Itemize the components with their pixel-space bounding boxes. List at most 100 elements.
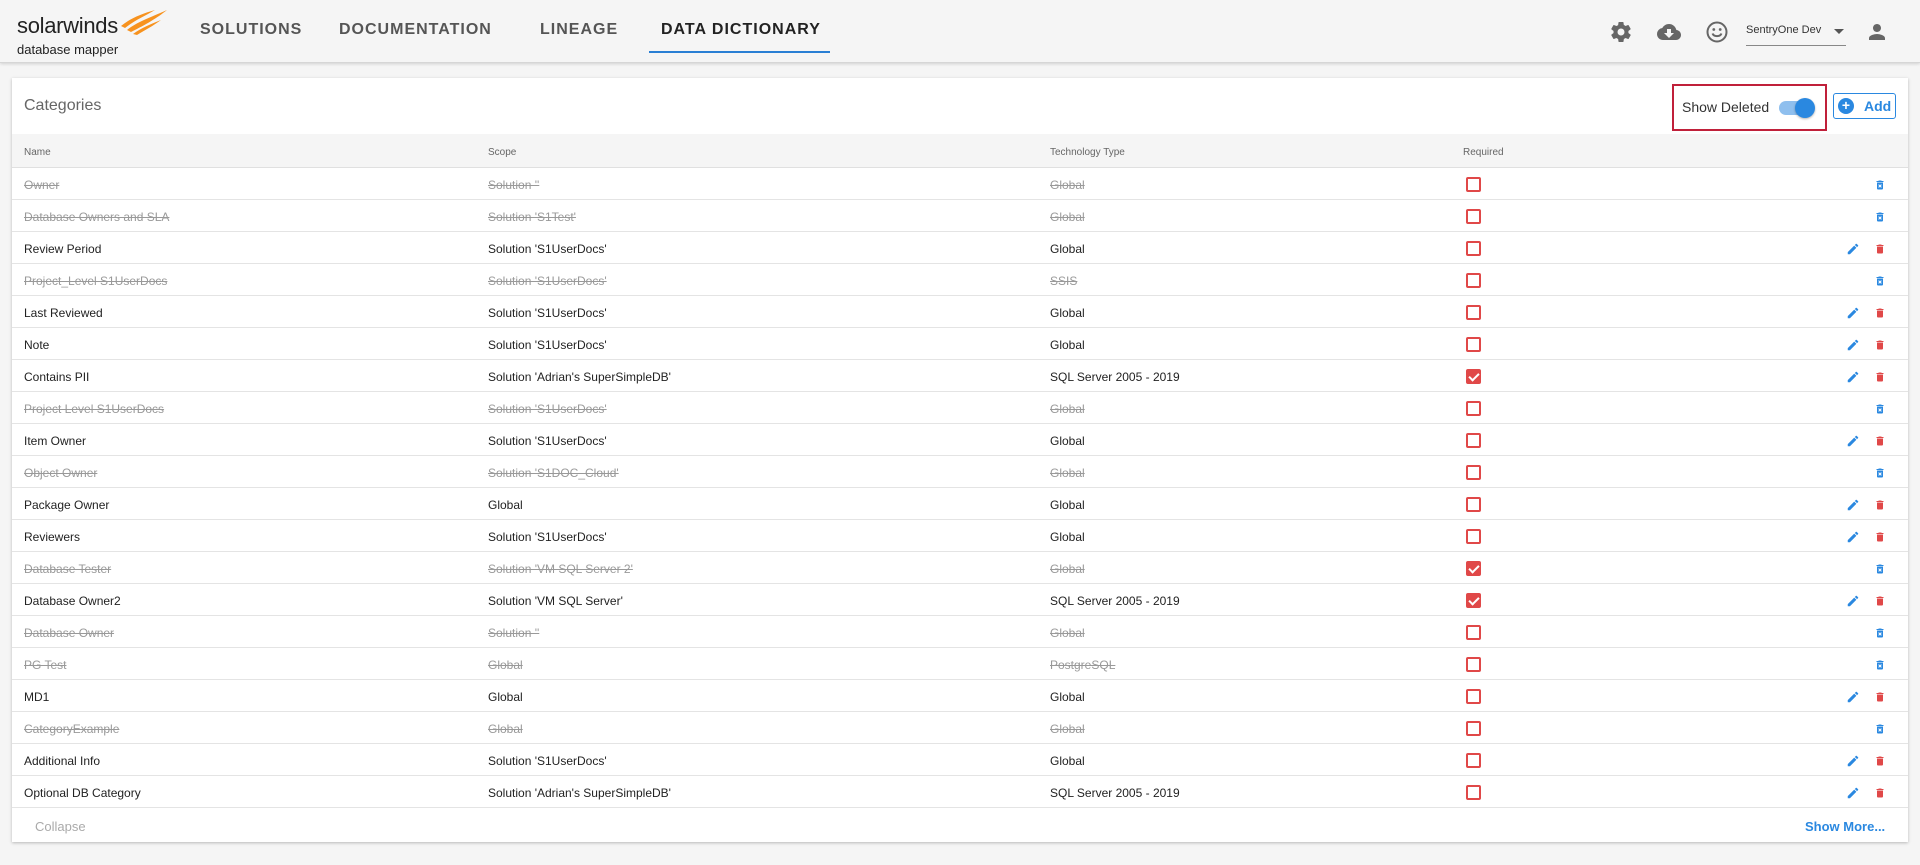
solarwinds-logo[interactable]: solarwinds database mapper <box>17 8 167 58</box>
table-row[interactable]: Database Owner Solution '' Global <box>12 616 1908 648</box>
trash-icon[interactable] <box>1874 338 1886 352</box>
table-row[interactable]: Owner Solution '' Global <box>12 168 1908 200</box>
table-row[interactable]: MD1 Global Global <box>12 680 1908 712</box>
required-checkbox[interactable] <box>1466 369 1481 384</box>
smiley-icon[interactable] <box>1705 20 1729 44</box>
nav-lineage[interactable]: LINEAGE <box>540 21 618 39</box>
pencil-icon[interactable] <box>1846 754 1860 768</box>
table-row[interactable]: Project_Level S1UserDocs Solution 'S1User… <box>12 264 1908 296</box>
column-header-scope[interactable]: Scope <box>488 147 516 158</box>
table-row[interactable]: Last Reviewed Solution 'S1UserDocs' Global <box>12 296 1908 328</box>
table-row[interactable]: PG Test Global PostgreSQL <box>12 648 1908 680</box>
category-scope-cell: Solution 'VM SQL Server' <box>488 594 623 608</box>
trash-icon[interactable] <box>1874 306 1886 320</box>
table-row[interactable]: Project Level S1UserDocs Solution 'S1User… <box>12 392 1908 424</box>
show-deleted-toggle[interactable] <box>1779 98 1815 118</box>
pencil-icon[interactable] <box>1846 242 1860 256</box>
restore-icon[interactable] <box>1874 626 1886 640</box>
table-row[interactable]: Note Solution 'S1UserDocs' Global <box>12 328 1908 360</box>
required-checkbox[interactable] <box>1466 721 1481 736</box>
collapse-link[interactable]: Collapse <box>35 819 86 834</box>
user-select[interactable]: SentryOne Dev <box>1746 24 1846 46</box>
required-checkbox[interactable] <box>1466 593 1481 608</box>
pencil-icon[interactable] <box>1846 498 1860 512</box>
table-row[interactable]: Contains PII Solution 'Adrian's SuperSimp… <box>12 360 1908 392</box>
required-checkbox[interactable] <box>1466 529 1481 544</box>
required-checkbox[interactable] <box>1466 337 1481 352</box>
required-checkbox[interactable] <box>1466 305 1481 320</box>
table-row[interactable]: Reviewers Solution 'S1UserDocs' Global <box>12 520 1908 552</box>
table-row[interactable]: Object Owner Solution 'S1DOC_Cloud' Global <box>12 456 1908 488</box>
pencil-icon[interactable] <box>1846 530 1860 544</box>
trash-icon[interactable] <box>1874 786 1886 800</box>
restore-icon[interactable] <box>1874 402 1886 416</box>
required-checkbox[interactable] <box>1466 625 1481 640</box>
category-name-cell: Database Owner <box>24 626 115 640</box>
table-row[interactable]: Optional DB Category Solution 'Adrian's S… <box>12 776 1908 808</box>
required-checkbox[interactable] <box>1466 465 1481 480</box>
restore-icon[interactable] <box>1874 210 1886 224</box>
nav-documentation[interactable]: DOCUMENTATION <box>339 21 492 39</box>
trash-icon[interactable] <box>1874 370 1886 384</box>
required-checkbox[interactable] <box>1466 273 1481 288</box>
pencil-icon[interactable] <box>1846 370 1860 384</box>
category-name-cell: Item Owner <box>24 434 87 448</box>
column-header-name[interactable]: Name <box>24 147 51 158</box>
required-checkbox[interactable] <box>1466 209 1481 224</box>
pencil-icon[interactable] <box>1846 434 1860 448</box>
table-row[interactable]: Package Owner Global Global <box>12 488 1908 520</box>
table-footer: Collapse Show More... <box>12 810 1908 842</box>
trash-icon[interactable] <box>1874 242 1886 256</box>
trash-icon[interactable] <box>1874 434 1886 448</box>
trash-icon[interactable] <box>1874 754 1886 768</box>
nav-data-dictionary[interactable]: DATA DICTIONARY <box>661 21 821 39</box>
add-button[interactable]: + Add <box>1833 93 1896 119</box>
gear-icon[interactable] <box>1609 20 1633 44</box>
trash-icon[interactable] <box>1874 594 1886 608</box>
trash-icon[interactable] <box>1874 498 1886 512</box>
table-row[interactable]: CategoryExample Global Global <box>12 712 1908 744</box>
nav-solutions[interactable]: SOLUTIONS <box>200 21 302 39</box>
required-checkbox[interactable] <box>1466 497 1481 512</box>
categories-card: Categories Show Deleted + Add Name Scope… <box>12 78 1908 842</box>
table-row[interactable]: Database Owner2 Solution 'VM SQL Server' S… <box>12 584 1908 616</box>
restore-icon[interactable] <box>1874 466 1886 480</box>
table-row[interactable]: Item Owner Solution 'S1UserDocs' Global <box>12 424 1908 456</box>
restore-icon[interactable] <box>1874 658 1886 672</box>
table-row[interactable]: Review Period Solution 'S1UserDocs' Global <box>12 232 1908 264</box>
required-checkbox[interactable] <box>1466 561 1481 576</box>
trash-icon[interactable] <box>1874 530 1886 544</box>
required-checkbox[interactable] <box>1466 401 1481 416</box>
column-header-technology-type[interactable]: Technology Type <box>1050 147 1125 158</box>
restore-icon[interactable] <box>1874 562 1886 576</box>
pencil-icon[interactable] <box>1846 338 1860 352</box>
required-checkbox[interactable] <box>1466 433 1481 448</box>
required-checkbox[interactable] <box>1466 753 1481 768</box>
restore-icon[interactable] <box>1874 178 1886 192</box>
table-header: Name Scope Technology Type Required <box>12 134 1908 168</box>
category-name-cell: Database Tester <box>24 562 112 576</box>
required-checkbox[interactable] <box>1466 241 1481 256</box>
table-row[interactable]: Database Owners and SLA Solution 'S1Test'… <box>12 200 1908 232</box>
add-button-label: Add <box>1864 98 1892 114</box>
show-more-link[interactable]: Show More... <box>1805 819 1885 834</box>
restore-icon[interactable] <box>1874 274 1886 288</box>
table-row[interactable]: Additional Info Solution 'S1UserDocs' Glob… <box>12 744 1908 776</box>
column-header-required[interactable]: Required <box>1463 147 1504 158</box>
cloud-download-icon[interactable] <box>1657 20 1681 44</box>
trash-icon[interactable] <box>1874 690 1886 704</box>
restore-icon[interactable] <box>1874 722 1886 736</box>
pencil-icon[interactable] <box>1846 690 1860 704</box>
category-name-cell: Note <box>24 338 50 352</box>
required-checkbox[interactable] <box>1466 657 1481 672</box>
pencil-icon[interactable] <box>1846 786 1860 800</box>
category-tech-cell: Global <box>1050 402 1085 416</box>
person-icon[interactable] <box>1865 20 1889 44</box>
required-checkbox[interactable] <box>1466 177 1481 192</box>
required-checkbox[interactable] <box>1466 689 1481 704</box>
category-tech-cell: Global <box>1050 242 1085 256</box>
pencil-icon[interactable] <box>1846 594 1860 608</box>
pencil-icon[interactable] <box>1846 306 1860 320</box>
table-row[interactable]: Database Tester Solution 'VM SQL Server 2… <box>12 552 1908 584</box>
required-checkbox[interactable] <box>1466 785 1481 800</box>
